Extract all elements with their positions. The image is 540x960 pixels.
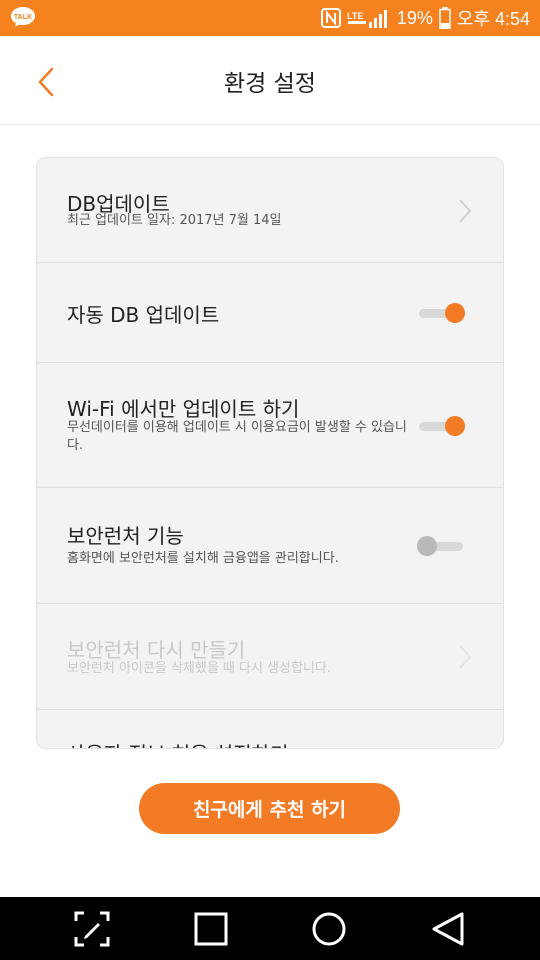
nfc-icon bbox=[320, 8, 341, 28]
kakaotalk-icon: TALK bbox=[10, 6, 36, 28]
wifi-only-row: Wi-Fi 에서만 업데이트 하기 무선데이터를 이용해 업데이트 시 이용요금… bbox=[37, 363, 503, 488]
screenshot-edit-button[interactable] bbox=[72, 909, 112, 949]
settings-card: DB업데이트 최근 업데이트 일자: 2017년 7월 14일 자동 DB 업데… bbox=[36, 157, 504, 749]
security-launcher-toggle[interactable] bbox=[417, 535, 465, 557]
status-bar: TALK LTE 19% 오후 4:54 bbox=[0, 0, 540, 36]
recreate-launcher-row[interactable]: 보안런처 다시 만들기 보안런처 아이콘을 삭제했을 때 다시 생성합니다. bbox=[37, 604, 503, 710]
back-nav-button[interactable] bbox=[428, 909, 468, 949]
wifi-only-title: Wi-Fi 에서만 업데이트 하기 bbox=[67, 397, 300, 421]
signal-icon: LTE bbox=[347, 8, 391, 28]
security-launcher-row: 보안런처 기능 홈화면에 보안런처를 설치해 금융앱을 관리합니다. bbox=[37, 488, 503, 604]
recommend-to-friend-button[interactable]: 친구에게 추천 하기 bbox=[139, 783, 400, 834]
battery-icon bbox=[439, 7, 451, 29]
db-update-date: 최근 업데이트 일자: 2017년 7월 14일 bbox=[67, 213, 282, 228]
chevron-right-icon bbox=[459, 645, 472, 669]
recent-apps-button[interactable] bbox=[191, 909, 231, 949]
svg-text:LTE: LTE bbox=[347, 11, 363, 21]
permissions-row[interactable]: 사용자 정보 허용 설정하기 bbox=[37, 710, 503, 748]
home-icon bbox=[312, 912, 346, 946]
auto-db-update-row: 자동 DB 업데이트 bbox=[37, 263, 503, 363]
recreate-launcher-title: 보안런처 다시 만들기 bbox=[67, 638, 246, 662]
auto-db-update-title: 자동 DB 업데이트 bbox=[67, 303, 220, 327]
wifi-only-toggle[interactable] bbox=[417, 415, 465, 437]
header: 환경 설정 bbox=[0, 36, 540, 125]
navigation-bar bbox=[0, 897, 540, 960]
auto-db-update-toggle[interactable] bbox=[417, 302, 465, 324]
security-launcher-title: 보안런처 기능 bbox=[67, 524, 184, 548]
db-update-row[interactable]: DB업데이트 최근 업데이트 일자: 2017년 7월 14일 bbox=[37, 158, 503, 263]
security-launcher-description: 홈화면에 보안런처를 설치해 금융앱을 관리합니다. bbox=[67, 551, 339, 566]
battery-percent: 19% bbox=[396, 7, 433, 28]
screenshot-edit-icon bbox=[74, 911, 110, 947]
recreate-launcher-description: 보안런처 아이콘을 삭제했을 때 다시 생성합니다. bbox=[67, 661, 331, 676]
clock: 오후 4:54 bbox=[456, 9, 530, 29]
back-icon bbox=[432, 912, 464, 946]
home-button[interactable] bbox=[309, 909, 349, 949]
svg-text:TALK: TALK bbox=[14, 14, 32, 21]
permissions-title: 사용자 정보 허용 설정하기 bbox=[67, 738, 288, 748]
status-icons: LTE 19% 오후 4:54 bbox=[320, 0, 530, 36]
screen: TALK LTE 19% 오후 4:54 환경 설정 DB업데이트 최근 업데이… bbox=[0, 0, 540, 960]
chevron-right-icon bbox=[459, 199, 472, 223]
recent-apps-icon bbox=[194, 912, 228, 946]
page-title: 환경 설정 bbox=[224, 71, 316, 97]
wifi-only-description: 무선데이터를 이용해 업데이트 시 이용요금이 발생할 수 있습니다. bbox=[67, 420, 407, 453]
